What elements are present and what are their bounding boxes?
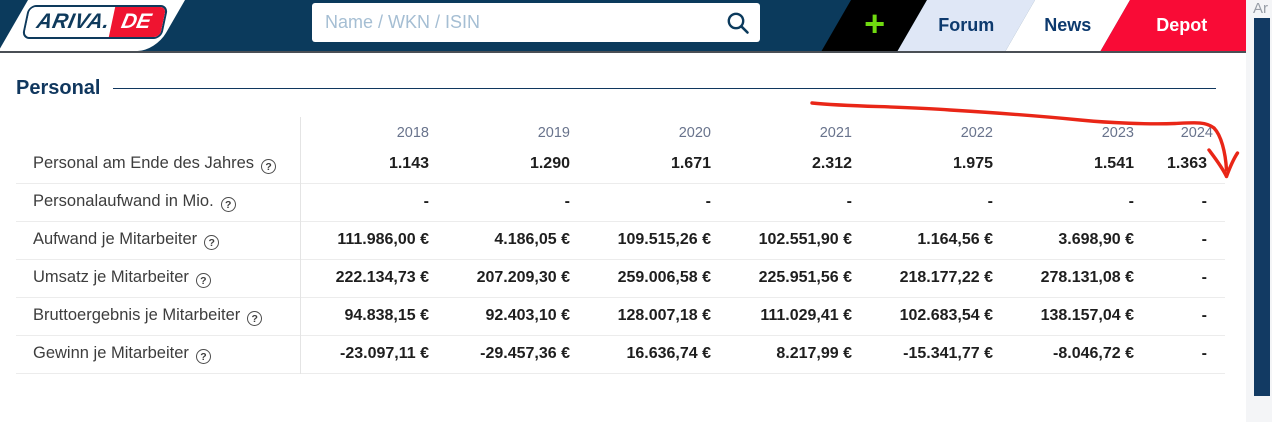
year-column-header: 2024 xyxy=(1180,125,1213,141)
value-cell: - xyxy=(1201,307,1207,324)
title-rule xyxy=(113,88,1216,89)
value-cell: 92.403,10 € xyxy=(485,307,570,324)
row-label: Aufwand je Mitarbeiter? xyxy=(16,221,300,259)
page-title: Personal xyxy=(16,77,101,99)
value-cell: 111.029,41 € xyxy=(760,307,852,324)
value-cell: 102.683,54 € xyxy=(899,307,993,324)
value-cell: 4.186,05 € xyxy=(494,231,570,248)
value-cell: - xyxy=(1201,193,1207,210)
help-icon[interactable]: ? xyxy=(247,311,263,327)
nav-news-label: News xyxy=(1044,15,1092,35)
value-cell: 1.671 xyxy=(670,154,711,172)
value-cell: 1.164,56 € xyxy=(917,231,993,248)
value-cell: - xyxy=(1201,231,1207,248)
value-cell: - xyxy=(987,193,993,210)
adjacent-window-edge-bar xyxy=(1254,18,1270,396)
value-cell: 109.515,26 € xyxy=(617,231,711,248)
adjacent-window-clipped-text: Ar xyxy=(1253,0,1268,17)
value-cell: - xyxy=(564,193,570,210)
value-cell: -29.457,36 € xyxy=(480,345,570,362)
value-cell: 278.131,08 € xyxy=(1040,269,1134,286)
row-label-text: Umsatz je Mitarbeiter xyxy=(33,267,189,286)
table-row: Aufwand je Mitarbeiter? 111.986,00 €4.186… xyxy=(16,221,1225,259)
table-row: Personal am Ende des Jahres? 1.143 1.290 1.… xyxy=(16,145,1225,183)
search-bar xyxy=(312,3,760,42)
ariva-logo[interactable]: ARIVA. DE xyxy=(21,5,169,39)
year-column-header: 2022 xyxy=(960,125,993,141)
help-icon[interactable]: ? xyxy=(195,273,211,289)
year-header-row: 2018 2019 2020 2021 2022 2023 2024 xyxy=(16,117,1225,145)
search-input[interactable] xyxy=(312,12,716,33)
row-label-text: Aufwand je Mitarbeiter xyxy=(33,229,198,248)
value-cell: - xyxy=(705,193,711,210)
value-cell: - xyxy=(846,193,852,210)
adjacent-window-strip: Ar xyxy=(1246,0,1272,422)
value-cell: 225.951,56 € xyxy=(758,269,852,286)
table-row: Bruttoergebnis je Mitarbeiter? 94.838,15 … xyxy=(16,297,1225,335)
value-cell: 8.217,99 € xyxy=(776,345,852,362)
nav-depot-label: Depot xyxy=(1155,15,1207,35)
table-row: Umsatz je Mitarbeiter? 222.134,73 €207.20… xyxy=(16,259,1225,297)
search-button[interactable] xyxy=(716,3,760,42)
value-cell: 94.838,15 € xyxy=(299,297,441,335)
help-icon[interactable]: ? xyxy=(195,349,211,365)
value-cell: 2.312 xyxy=(811,154,852,172)
search-icon xyxy=(727,12,749,34)
nav-forum-label: Forum xyxy=(938,15,995,35)
row-label-text: Gewinn je Mitarbeiter xyxy=(33,343,189,362)
row-label-text: Bruttoergebnis je Mitarbeiter xyxy=(33,305,241,324)
header-divider xyxy=(0,51,1246,53)
value-cell: 259.006,58 € xyxy=(617,269,711,286)
row-label: Personalaufwand in Mio.? xyxy=(16,183,300,221)
row-label: Umsatz je Mitarbeiter? xyxy=(16,259,300,297)
value-cell: 128.007,18 € xyxy=(617,307,711,324)
row-label: Bruttoergebnis je Mitarbeiter? xyxy=(16,297,300,335)
value-cell: 222.134,73 € xyxy=(299,259,441,297)
logo-text-ariva: ARIVA. xyxy=(23,7,115,37)
row-label: Gewinn je Mitarbeiter? xyxy=(16,335,300,373)
value-cell: - xyxy=(1201,345,1207,362)
row-label-text: Personalaufwand in Mio. xyxy=(33,191,214,210)
logo-text-de: DE xyxy=(108,7,167,37)
help-icon[interactable]: ? xyxy=(204,235,220,251)
value-cell: 218.177,22 € xyxy=(899,269,993,286)
value-cell: -15.341,77 € xyxy=(903,345,993,362)
year-column-header: 2023 xyxy=(1101,125,1134,141)
value-cell: 102.551,90 € xyxy=(758,231,852,248)
value-cell: 16.636,74 € xyxy=(626,345,711,362)
top-navbar: ARIVA. DE + Forum News Depot xyxy=(0,0,1246,53)
value-cell: - xyxy=(1201,269,1207,286)
row-label: Personal am Ende des Jahres? xyxy=(16,145,300,183)
help-icon[interactable]: ? xyxy=(220,197,236,213)
value-cell: 138.157,04 € xyxy=(1040,307,1134,324)
value-cell: - xyxy=(299,183,441,221)
value-cell: 3.698,90 € xyxy=(1058,231,1134,248)
value-cell: 1.143 xyxy=(299,145,441,183)
year-column-header: 2021 xyxy=(819,125,852,141)
section-header: Personal xyxy=(16,77,1216,100)
value-cell: 1.541 xyxy=(1093,154,1134,172)
page: ARIVA. DE + Forum News Depot Ar xyxy=(0,0,1272,422)
main-content: Personal 2018 2019 2020 2021 2022 2023 2024 Pe… xyxy=(0,53,1246,374)
year-column-header: 2019 xyxy=(537,125,570,141)
value-cell: 207.209,30 € xyxy=(476,269,570,286)
value-cell: 1.290 xyxy=(529,154,570,172)
value-cell: 1.363 xyxy=(1166,154,1207,172)
value-cell: 1.975 xyxy=(952,154,993,172)
table-row: Gewinn je Mitarbeiter? -23.097,11 € -29.45… xyxy=(16,335,1225,373)
help-icon[interactable]: ? xyxy=(261,159,277,174)
plus-icon: + xyxy=(864,3,886,44)
value-cell: -8.046,72 € xyxy=(1053,345,1134,362)
value-cell: - xyxy=(1128,193,1134,210)
personnel-table: 2018 2019 2020 2021 2022 2023 2024 Personal am… xyxy=(16,117,1225,374)
year-column-header: 2020 xyxy=(678,125,711,141)
table-row: Personalaufwand in Mio.? - - - - - - - xyxy=(16,183,1225,221)
row-label-text: Personal am Ende des Jahres xyxy=(33,153,255,172)
year-column-header: 2018 xyxy=(299,117,441,145)
value-cell: -23.097,11 € xyxy=(299,335,441,373)
value-cell: 111.986,00 € xyxy=(299,221,441,259)
